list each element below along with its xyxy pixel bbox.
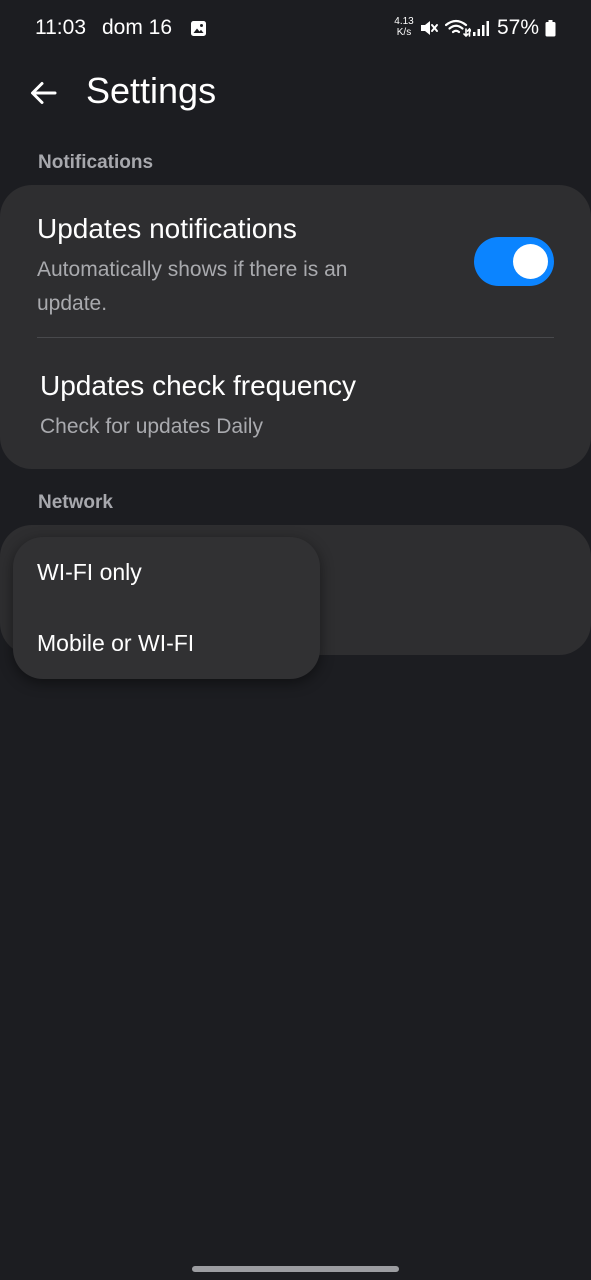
battery-percent: 57% — [497, 16, 540, 39]
menu-item-label: WI-FI only — [37, 559, 142, 585]
divider — [37, 337, 554, 338]
network-dropdown-menu: WI-FI only Mobile or WI-FI — [13, 537, 320, 679]
wifi-icon — [445, 19, 471, 38]
updates-notifications-subtitle-line2: update. — [37, 292, 108, 315]
net-speed: 4.13 K/s — [392, 16, 416, 38]
toggle-thumb — [513, 244, 548, 279]
menu-item-wifi-only[interactable]: WI-FI only — [13, 539, 320, 605]
status-date: dom 16 — [102, 16, 173, 39]
status-time: 11:03 — [35, 16, 86, 39]
arrow-left-icon[interactable] — [28, 78, 58, 108]
net-speed-unit: K/s — [396, 27, 412, 38]
net-speed-value: 4.13 — [394, 16, 414, 27]
updates-notifications-toggle[interactable] — [474, 237, 554, 286]
battery-icon — [545, 20, 556, 37]
gallery-icon — [191, 21, 206, 36]
menu-item-mobile-or-wifi[interactable]: Mobile or WI-FI — [13, 610, 320, 676]
updates-notifications-title: Updates notifications — [37, 213, 297, 244]
mute-icon — [421, 21, 438, 35]
updates-check-frequency-title: Updates check frequency — [40, 370, 356, 401]
updates-notifications-subtitle-line1: Automatically shows if there is an — [37, 258, 348, 281]
gesture-nav-handle[interactable] — [192, 1266, 399, 1272]
section-header-notifications: Notifications — [38, 152, 154, 173]
status-bar: 11:03 dom 16 4.13 K/s 57% — [0, 0, 591, 56]
page-title: Settings — [86, 70, 217, 111]
section-header-network: Network — [38, 492, 113, 513]
settings-screen: 11:03 dom 16 4.13 K/s 57% Settings Notif… — [0, 0, 591, 1280]
menu-item-label: Mobile or WI-FI — [37, 630, 195, 656]
updates-check-frequency-subtitle: Check for updates Daily — [40, 415, 263, 438]
signal-icon — [473, 21, 489, 36]
